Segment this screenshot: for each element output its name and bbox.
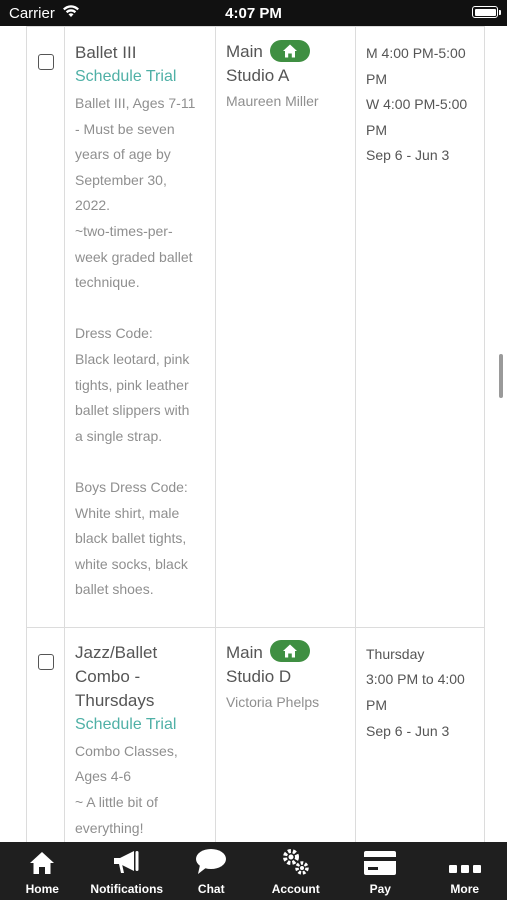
table-row: Jazz/Ballet Combo - Thursdays Schedule T… [26,626,485,842]
megaphone-icon [112,848,142,879]
credit-card-icon [363,850,397,879]
tab-label: Chat [197,882,225,896]
class-title: Ballet III [75,43,137,62]
clock: 4:07 PM [225,5,282,22]
tab-home[interactable]: Home [0,842,85,900]
class-select-checkbox[interactable] [38,54,54,70]
class-description: Ballet III, Ages 7-11 - Must be seven ye… [75,95,196,598]
table-row: Ballet III Schedule Trial Ballet III, Ag… [26,26,485,628]
schedule-line: Thursday [366,645,425,662]
location-name: Main [226,642,263,662]
tab-label: Notifications [90,882,164,896]
tab-more[interactable]: More [423,842,507,900]
schedule-line: PM [366,697,387,714]
class-select-checkbox[interactable] [38,653,54,670]
location-name: Main [226,42,263,61]
teacher-name: Maureen Miller [226,93,319,109]
teacher-name: Victoria Phelps [226,693,320,710]
schedule-line: Sep 6 - Jun 3 [366,147,450,164]
tab-label: Pay [369,882,391,896]
tab-label: Account [271,882,320,896]
studio-name: Studio D [226,666,292,686]
more-icon [448,862,482,879]
class-title: Jazz/Ballet Combo - Thursdays [75,642,158,710]
class-schedule: Thursday 3:00 PM to 4:00 PM Sep 6 - Jun … [356,628,484,744]
home-location-icon [269,640,310,663]
class-description: Combo Classes, Ages 4-6 ~ A little bit o… [75,742,178,836]
schedule-line: W 4:00 PM-5:00 [366,96,468,113]
tab-chat[interactable]: Chat [169,842,254,900]
status-bar: Carrier 4:07 PM [0,0,507,26]
tab-label: Home [25,882,59,896]
schedule-trial-link[interactable]: Schedule Trial [75,65,209,89]
tab-notifications[interactable]: Notifications [85,842,170,900]
scrollbar[interactable] [499,354,503,398]
schedule-line: M 4:00 PM-5:00 [366,45,466,61]
tab-label: More [450,882,480,896]
home-icon [29,850,55,879]
battery-icon [472,6,501,18]
gears-icon [282,848,310,879]
class-table: Ballet III Schedule Trial Ballet III, Ag… [26,26,485,842]
tab-account[interactable]: Account [254,842,339,900]
studio-name: Studio A [226,66,290,85]
schedule-trial-link[interactable]: Schedule Trial [75,713,209,737]
schedule-line: PM [366,121,387,138]
tab-pay[interactable]: Pay [338,842,423,900]
class-schedule: M 4:00 PM-5:00 PM W 4:00 PM-5:00 PM Sep … [356,27,484,169]
schedule-line: 3:00 PM to 4:00 [366,671,465,688]
class-list[interactable]: Ballet III Schedule Trial Ballet III, Ag… [0,26,507,842]
schedule-line: Sep 6 - Jun 3 [366,722,450,739]
chat-icon [195,848,227,879]
schedule-line: PM [366,70,387,87]
tab-bar: Home Notifications Chat Account Pay More [0,842,507,900]
home-location-icon [269,39,310,62]
